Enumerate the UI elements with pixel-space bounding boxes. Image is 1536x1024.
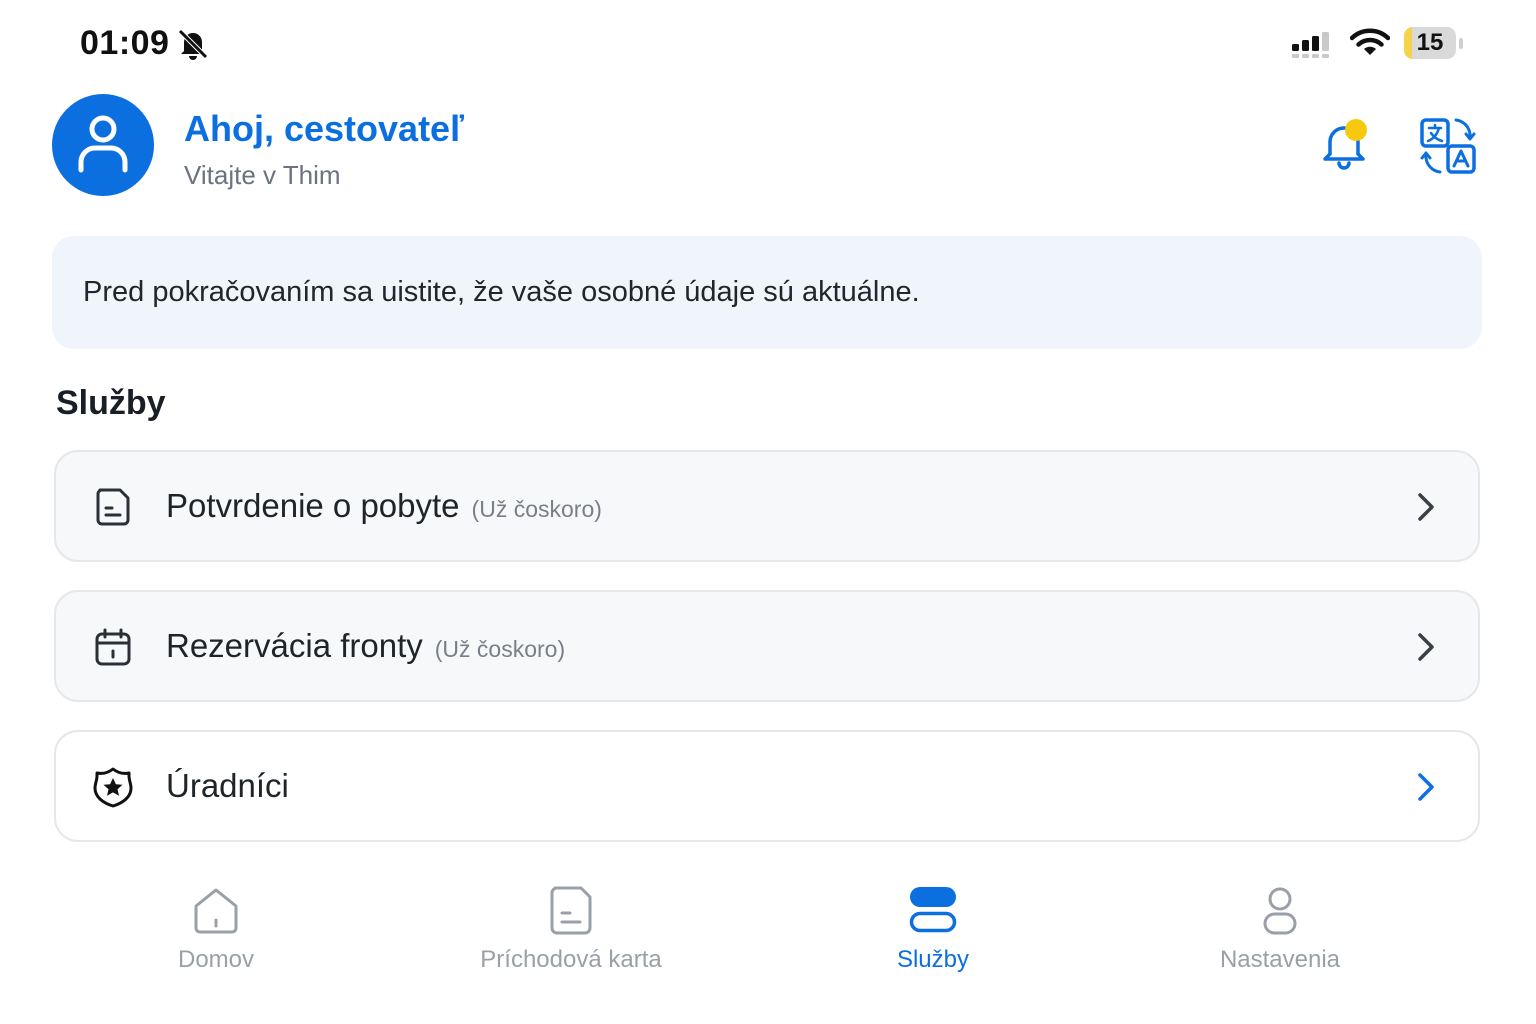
chevron-right-icon	[1418, 773, 1434, 801]
chevron-right-icon	[1418, 633, 1434, 661]
service-label: Rezervácia fronty	[166, 627, 423, 664]
service-label: Potvrdenie o pobyte	[166, 487, 460, 524]
wifi-icon	[1350, 28, 1390, 55]
nav-tab-settings[interactable]: Nastavenia	[1130, 878, 1430, 988]
greeting-title: Ahoj, cestovateľ	[184, 108, 464, 149]
document-icon	[550, 886, 592, 935]
bell-off-icon	[178, 29, 208, 60]
nav-label: Nastavenia	[1219, 946, 1341, 973]
nav-label: Príchodová karta	[480, 946, 662, 973]
translate-icon	[1420, 118, 1476, 174]
signal-icon	[1292, 32, 1329, 58]
service-card-officials[interactable]: Úradníci	[54, 730, 1480, 842]
calendar-icon	[95, 628, 131, 666]
notice-text: Pred pokračovaním sa uistite, že vaše os…	[83, 276, 920, 308]
document-icon	[96, 488, 130, 526]
service-card-residence-confirmation[interactable]: Potvrdenie o pobyte (Už čoskoro)	[54, 450, 1480, 562]
nav-label: Služby	[896, 946, 970, 973]
battery-percent: 15	[1416, 29, 1444, 56]
service-label-wrapper: Potvrdenie o pobyte (Už čoskoro)	[166, 487, 602, 525]
home-icon	[194, 888, 238, 934]
person-icon	[1263, 887, 1297, 935]
section-title: Služby	[56, 384, 166, 422]
coming-soon-note: (Už čoskoro)	[434, 636, 566, 662]
nav-tab-services[interactable]: Služby	[783, 878, 1083, 988]
service-label-wrapper: Úradníci	[166, 767, 289, 805]
app-screen: 01:09 15 Ahoj, cestovateľ Vitajte v Thim	[0, 0, 1536, 1024]
coming-soon-note: (Už čoskoro)	[471, 496, 602, 522]
chevron-right-icon	[1418, 493, 1434, 521]
nav-label: Domov	[177, 946, 255, 973]
services-icon	[909, 887, 957, 933]
battery-indicator: 15	[1404, 27, 1456, 59]
avatar[interactable]	[52, 94, 154, 196]
welcome-subtitle: Vitajte v Thim	[184, 160, 341, 190]
service-label: Úradníci	[166, 767, 289, 804]
status-time: 01:09	[80, 24, 170, 62]
notifications-button[interactable]	[1318, 116, 1374, 172]
nav-tab-home[interactable]: Domov	[66, 878, 366, 988]
nav-tab-arrival-card[interactable]: Príchodová karta	[421, 878, 721, 988]
person-icon	[78, 115, 128, 173]
info-notice: Pred pokračovaním sa uistite, že vaše os…	[52, 236, 1482, 349]
badge-star-icon	[93, 767, 133, 808]
bell-icon	[1323, 119, 1367, 170]
service-card-queue-reservation[interactable]: Rezervácia fronty (Už čoskoro)	[54, 590, 1480, 702]
battery-nub	[1459, 38, 1463, 49]
service-label-wrapper: Rezervácia fronty (Už čoskoro)	[166, 627, 565, 665]
translate-button[interactable]	[1418, 116, 1478, 176]
